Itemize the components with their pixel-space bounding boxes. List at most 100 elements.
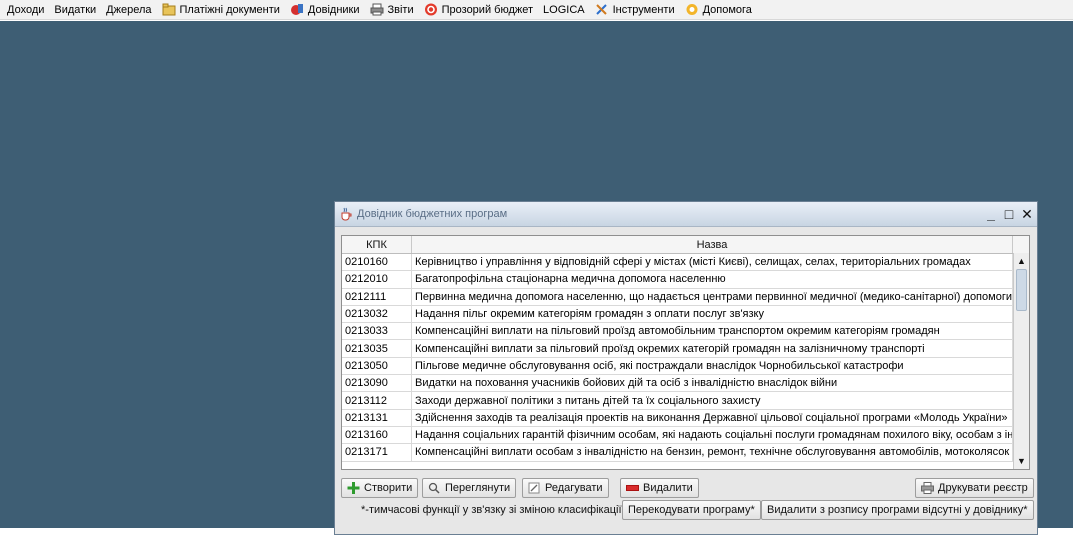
- print-registry-button-label: Друкувати реєстр: [938, 482, 1028, 494]
- table-row[interactable]: 0213033 Компенсаційні виплати на пільгови…: [342, 323, 1029, 341]
- scroll-down-arrow-icon[interactable]: ▼: [1014, 453, 1029, 469]
- menu-vydatky[interactable]: Видатки: [49, 4, 101, 16]
- menu-label: LOGICA: [543, 3, 585, 16]
- table-row[interactable]: 0213131 Здійснення заходів та реалізація …: [342, 409, 1029, 427]
- table-row[interactable]: 0213160 Надання соціальних гарантій фізич…: [342, 426, 1029, 445]
- cell-name: Надання пільг окремим категоріям громадя…: [412, 305, 1013, 323]
- cell-name: Надання соціальних гарантій фізичним осо…: [412, 426, 1013, 444]
- cell-name: Компенсаційні виплати особам з інвалідні…: [412, 444, 1013, 461]
- menu-label: Довідники: [307, 3, 360, 16]
- budget-programs-window: Довідник бюджетних програм _ □ ✕ КПК Наз…: [334, 201, 1038, 535]
- table-row[interactable]: 0213035 Компенсаційні виплати за пільгови…: [342, 340, 1029, 358]
- menu-instrumenty[interactable]: Інструменти: [590, 3, 680, 16]
- table-row[interactable]: 0212111 Первинна медична допомога населен…: [342, 288, 1029, 306]
- table-row[interactable]: 0213050 Пільгове медичне обслуговування о…: [342, 357, 1029, 376]
- menu-label: Джерела: [106, 3, 152, 16]
- menu-label: Платіжні документи: [179, 3, 280, 16]
- window-controls: _ □ ✕: [981, 206, 1037, 223]
- printer-icon: [370, 3, 384, 16]
- temporary-functions-note: *-тимчасові функції у зв'язку зі зміною …: [361, 504, 622, 516]
- menu-prozoryi-biudzhet[interactable]: Прозорий бюджет: [419, 3, 538, 16]
- scroll-up-arrow-icon[interactable]: ▲: [1014, 253, 1029, 269]
- column-header-kpk[interactable]: КПК: [342, 236, 412, 253]
- cell-kpk: 0212111: [342, 288, 412, 305]
- maximize-button[interactable]: □: [1001, 206, 1017, 222]
- magnifier-icon: [428, 482, 441, 494]
- cell-name: Первинна медична допомога населенню, що …: [412, 288, 1013, 305]
- window-titlebar[interactable]: Довідник бюджетних програм _ □ ✕: [335, 202, 1037, 227]
- cell-name: Здійснення заходів та реалізація проекті…: [412, 409, 1013, 426]
- close-button[interactable]: ✕: [1019, 206, 1035, 222]
- coffee-app-icon: [339, 207, 353, 221]
- vertical-scrollbar[interactable]: ▲ ▼: [1013, 253, 1029, 469]
- menu-label: Звіти: [387, 3, 414, 16]
- plus-icon: [347, 482, 360, 494]
- cell-kpk: 0210160: [342, 254, 412, 271]
- table-header: КПК Назва: [342, 236, 1029, 254]
- view-button[interactable]: Переглянути: [422, 478, 517, 498]
- print-registry-button[interactable]: Друкувати реєстр: [915, 478, 1034, 498]
- create-button[interactable]: Створити: [341, 478, 419, 498]
- cell-kpk: 0213035: [342, 340, 412, 357]
- delete-button-label: Видалити: [643, 482, 693, 494]
- cell-name: Компенсаційні виплати на пільговий проїз…: [412, 323, 1013, 340]
- cell-kpk: 0212010: [342, 271, 412, 288]
- printer-icon: [921, 482, 934, 494]
- remove-missing-programs-button[interactable]: Видалити з розпису програми відсутні у д…: [761, 500, 1034, 520]
- cell-kpk: 0213033: [342, 323, 412, 340]
- column-header-name[interactable]: Назва: [412, 236, 1013, 253]
- remove-missing-programs-button-label: Видалити з розпису програми відсутні у д…: [767, 504, 1028, 516]
- book-icon: [290, 3, 304, 16]
- edit-button[interactable]: Редагувати: [522, 478, 609, 498]
- table-row[interactable]: 0210160 Керівництво і управління у відпов…: [342, 254, 1029, 272]
- menu-platizhni-dokumenty[interactable]: Платіжні документи: [157, 3, 285, 16]
- recode-program-button[interactable]: Перекодувати програму*: [622, 500, 761, 520]
- cell-name: Керівництво і управління у відповідній с…: [412, 254, 1013, 271]
- table-row[interactable]: 0213171 Компенсаційні виплати особам з ін…: [342, 444, 1029, 462]
- menu-zvity[interactable]: Звіти: [365, 3, 419, 16]
- cell-name: Заходи державної політики з питань дітей…: [412, 392, 1013, 409]
- menu-dopomoha[interactable]: Допомога: [680, 3, 757, 16]
- view-button-label: Переглянути: [445, 482, 511, 494]
- menu-dzherela[interactable]: Джерела: [101, 4, 156, 16]
- minimize-button[interactable]: _: [983, 206, 999, 222]
- recode-program-button-label: Перекодувати програму*: [628, 504, 755, 516]
- tools-icon: [595, 3, 609, 16]
- cell-kpk: 0213171: [342, 444, 412, 461]
- pencil-icon: [528, 482, 541, 494]
- cell-kpk: 0213112: [342, 392, 412, 409]
- table-row[interactable]: 0213090 Видатки на поховання учасників бо…: [342, 375, 1029, 393]
- cell-name: Видатки на поховання учасників бойових д…: [412, 375, 1013, 392]
- programs-table: КПК Назва 0210160 Керівництво і управлінн…: [341, 235, 1030, 470]
- menu-dovidnyky[interactable]: Довідники: [285, 3, 365, 16]
- cell-kpk: 0213050: [342, 357, 412, 375]
- menu-label: Допомога: [702, 3, 752, 16]
- cell-name: Багатопрофільна стаціонарна медична допо…: [412, 271, 1013, 288]
- table-row[interactable]: 0213032 Надання пільг окремим категоріям …: [342, 305, 1029, 324]
- cell-kpk: 0213131: [342, 409, 412, 426]
- cell-name: Пільгове медичне обслуговування осіб, як…: [412, 357, 1013, 375]
- cell-name: Компенсаційні виплати за пільговий проїз…: [412, 340, 1013, 357]
- create-button-label: Створити: [364, 482, 413, 494]
- menu-label: Інструменти: [612, 3, 675, 16]
- menu-label: Доходи: [7, 3, 45, 16]
- help-icon: [685, 3, 699, 16]
- scroll-thumb[interactable]: [1016, 269, 1027, 311]
- menu-logica[interactable]: LOGICA: [538, 4, 590, 16]
- minus-icon: [626, 482, 639, 494]
- cell-kpk: 0213032: [342, 305, 412, 323]
- delete-button[interactable]: Видалити: [620, 478, 699, 498]
- edit-button-label: Редагувати: [545, 482, 603, 494]
- table-row[interactable]: 0213112 Заходи державної політики з питан…: [342, 392, 1029, 410]
- menu-label: Прозорий бюджет: [441, 3, 534, 16]
- window-title: Довідник бюджетних програм: [357, 208, 508, 220]
- cell-kpk: 0213160: [342, 426, 412, 444]
- table-body: 0210160 Керівництво і управління у відпов…: [342, 254, 1029, 462]
- menu-bar: Доходи Видатки Джерела Платіжні документ…: [0, 0, 1073, 20]
- menu-label: Видатки: [54, 3, 97, 16]
- table-row[interactable]: 0212010 Багатопрофільна стаціонарна медич…: [342, 271, 1029, 289]
- folder-icon: [162, 3, 176, 16]
- menu-dokhody[interactable]: Доходи: [2, 4, 49, 16]
- cell-kpk: 0213090: [342, 375, 412, 392]
- prozorro-icon: [424, 3, 438, 16]
